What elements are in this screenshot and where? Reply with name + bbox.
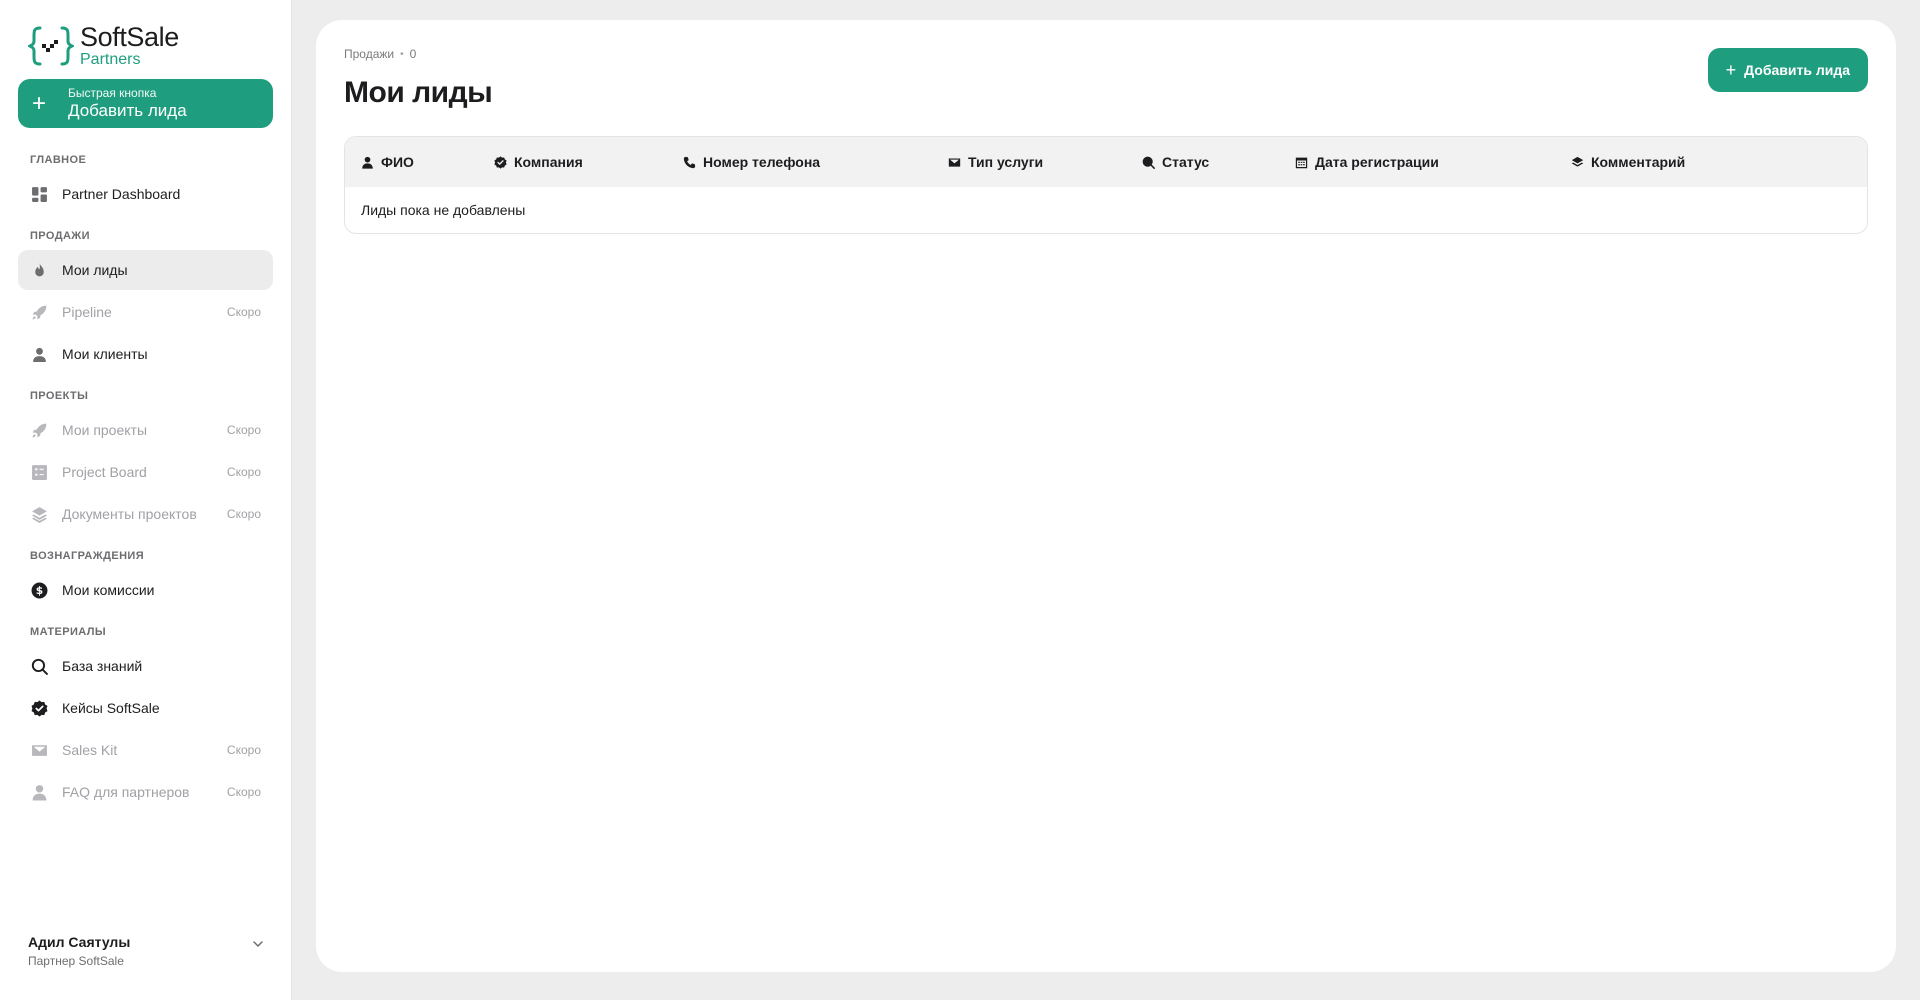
page-title: Мои лиды <box>344 76 493 109</box>
user-name: Адил Саятулы <box>28 934 131 950</box>
column-label: Статус <box>1162 154 1210 170</box>
mail-icon <box>30 741 48 759</box>
layers-icon <box>1571 156 1584 167</box>
column-label: Комментарий <box>1591 154 1686 170</box>
board-icon <box>30 463 48 481</box>
sidebar-item-my-projects[interactable]: Мои проекты Скоро <box>18 410 273 450</box>
brand-sub: Partners <box>80 51 141 68</box>
user-menu[interactable]: Адил Саятулы Партнер SoftSale <box>28 934 265 968</box>
leads-count: 0 <box>409 47 417 61</box>
dashboard-icon <box>30 185 48 203</box>
quick-button-caption: Быстрая кнопка <box>68 85 157 100</box>
quick-button-label: Добавить лида <box>68 100 187 120</box>
rocket-icon <box>30 421 48 439</box>
column-comment[interactable]: Комментарий <box>1571 154 1771 170</box>
soon-badge: Скоро <box>226 423 261 437</box>
column-status[interactable]: Статус <box>1142 154 1295 170</box>
sidebar-item-label: Pipeline <box>62 304 112 320</box>
nav-section-rewards: ВОЗНАГРАЖДЕНИЯ <box>30 550 145 562</box>
soon-badge: Скоро <box>226 465 261 479</box>
user-icon <box>30 783 48 801</box>
sidebar-item-partner-faq[interactable]: FAQ для партнеров Скоро <box>18 772 273 812</box>
leads-table: ФИО Компания Номер телефона Тип услуги С… <box>344 136 1868 234</box>
nav-section-materials: МАТЕРИАЛЫ <box>30 626 107 638</box>
rocket-icon <box>30 303 48 321</box>
svg-text:$: $ <box>35 584 42 597</box>
phone-icon <box>683 156 696 168</box>
sidebar-item-label: Мои проекты <box>62 422 148 438</box>
quick-add-lead-button[interactable]: + Быстрая кнопка Добавить лида <box>18 79 273 128</box>
main-content: Продажи • 0 Мои лиды + Добавить лида ФИО <box>292 0 1920 1000</box>
column-service-type[interactable]: Тип услуги <box>948 154 1142 170</box>
sidebar-item-label: Мои клиенты <box>62 346 148 362</box>
sidebar-item-my-leads[interactable]: Мои лиды <box>18 250 273 290</box>
sidebar-item-my-commissions[interactable]: $ Мои комиссии <box>18 570 273 610</box>
sidebar-item-label: Sales Kit <box>62 742 118 758</box>
layers-icon <box>30 505 48 523</box>
app: SoftSale Partners + Быстрая кнопка Добав… <box>0 0 1920 1000</box>
mail-icon <box>948 157 961 167</box>
column-label: Дата регистрации <box>1315 154 1439 170</box>
column-registration-date[interactable]: Дата регистрации <box>1295 154 1571 170</box>
chevron-down-icon[interactable] <box>251 934 265 956</box>
dollar-icon: $ <box>30 581 48 599</box>
column-label: ФИО <box>381 154 414 170</box>
add-lead-button[interactable]: + Добавить лида <box>1707 48 1868 92</box>
soon-badge: Скоро <box>226 507 261 521</box>
sidebar-item-label: База знаний <box>62 658 143 674</box>
logo-icon <box>28 26 74 66</box>
user-role: Партнер SoftSale <box>28 954 124 968</box>
nav-section-main: ГЛАВНОЕ <box>30 154 87 166</box>
sidebar-item-sales-kit[interactable]: Sales Kit Скоро <box>18 730 273 770</box>
empty-state: Лиды пока не добавлены <box>361 202 526 218</box>
column-company[interactable]: Компания <box>494 154 683 170</box>
column-phone[interactable]: Номер телефона <box>683 154 948 170</box>
sidebar-item-label: Мои комиссии <box>62 582 155 598</box>
sidebar-item-label: Project Board <box>62 464 147 480</box>
calendar-icon <box>1295 157 1308 168</box>
search-icon <box>30 657 48 675</box>
sidebar-item-label: Мои лиды <box>62 262 128 278</box>
verified-icon <box>30 699 48 717</box>
sidebar-nav: ГЛАВНОЕ Partner Dashboard ПРОДАЖИ Мои ли… <box>18 138 273 814</box>
sidebar-item-project-documents[interactable]: Документы проектов Скоро <box>18 494 273 534</box>
sidebar-item-softsale-cases[interactable]: Кейсы SoftSale <box>18 688 273 728</box>
plus-icon: + <box>1725 59 1737 80</box>
brand-name: SoftSale <box>80 22 179 52</box>
sidebar-item-label: Документы проектов <box>62 506 197 522</box>
sidebar-item-my-clients[interactable]: Мои клиенты <box>18 334 273 374</box>
table-header: ФИО Компания Номер телефона Тип услуги С… <box>345 137 1867 187</box>
user-icon <box>362 156 373 169</box>
verified-icon <box>494 155 507 169</box>
plus-icon: + <box>32 89 47 117</box>
column-label: Компания <box>514 154 583 170</box>
nav-section-sales: ПРОДАЖИ <box>30 230 90 242</box>
column-fio[interactable]: ФИО <box>361 154 494 170</box>
sidebar-item-label: Кейсы SoftSale <box>62 700 160 716</box>
sidebar-item-project-board[interactable]: Project Board Скоро <box>18 452 273 492</box>
column-label: Номер телефона <box>703 154 821 170</box>
sidebar-item-pipeline[interactable]: Pipeline Скоро <box>18 292 273 332</box>
logo[interactable]: SoftSale Partners <box>18 21 273 71</box>
breadcrumb: Продажи • 0 <box>344 46 1868 62</box>
sidebar-item-label: FAQ для партнеров <box>62 784 190 800</box>
add-lead-label: Добавить лида <box>1744 62 1850 78</box>
sidebar-item-label: Partner Dashboard <box>62 186 181 202</box>
sidebar-item-knowledge-base[interactable]: База знаний <box>18 646 273 686</box>
nav-section-projects: ПРОЕКТЫ <box>30 390 89 402</box>
breadcrumb-separator: • <box>400 48 404 60</box>
fire-icon <box>30 261 48 279</box>
column-label: Тип услуги <box>968 154 1044 170</box>
sidebar: SoftSale Partners + Быстрая кнопка Добав… <box>0 0 292 1000</box>
soon-badge: Скоро <box>226 785 261 799</box>
soon-badge: Скоро <box>226 305 261 319</box>
user-icon <box>30 345 48 363</box>
leads-panel: Продажи • 0 Мои лиды + Добавить лида ФИО <box>316 20 1896 972</box>
breadcrumb-item[interactable]: Продажи <box>344 47 394 61</box>
soon-badge: Скоро <box>226 743 261 757</box>
search-icon <box>1142 156 1155 169</box>
sidebar-item-partner-dashboard[interactable]: Partner Dashboard <box>18 174 273 214</box>
